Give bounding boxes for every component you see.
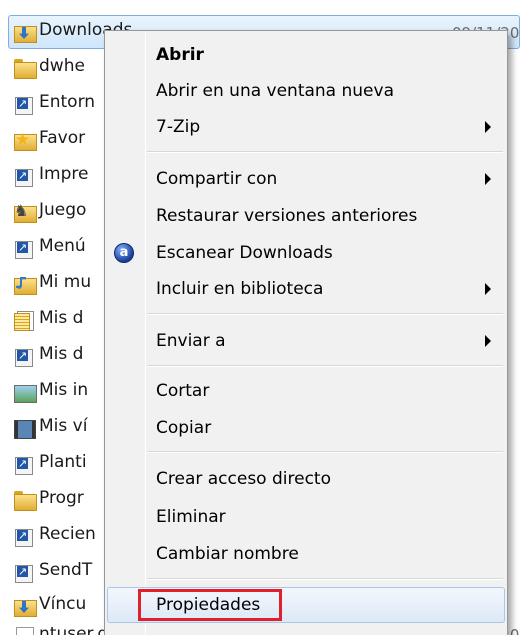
file-name: Impre xyxy=(39,164,89,184)
menu-item-rename[interactable]: Cambiar nombre xyxy=(105,536,507,572)
file-name: Planti xyxy=(39,452,87,472)
antivirus-scan-icon: a xyxy=(114,243,134,263)
menu-item-send-to[interactable]: Enviar a xyxy=(105,323,507,359)
context-menu: Abrir Abrir en una ventana nueva 7-Zip C… xyxy=(104,30,508,635)
file-name: Mis d xyxy=(39,344,84,364)
submenu-arrow-icon xyxy=(485,121,491,133)
menu-item-include-library[interactable]: Incluir en biblioteca xyxy=(105,271,507,307)
file-name: dwhe xyxy=(39,56,85,76)
file-name: Mi mu xyxy=(39,272,92,292)
menu-item-scan[interactable]: a Escanear Downloads xyxy=(105,235,507,271)
shortcut-icon xyxy=(14,455,36,475)
file-name: Juego xyxy=(39,200,87,220)
shortcut-icon xyxy=(14,239,36,259)
shortcut-icon xyxy=(14,527,36,547)
file-name: Recien xyxy=(39,524,96,544)
menu-item-label: Cortar xyxy=(156,381,210,401)
shortcut-icon xyxy=(14,95,36,115)
games-folder-icon xyxy=(14,201,37,223)
submenu-arrow-icon xyxy=(485,335,491,347)
documents-icon xyxy=(14,311,36,331)
shortcut-icon xyxy=(14,167,36,187)
music-folder-icon xyxy=(14,275,37,295)
menu-item-share-with[interactable]: Compartir con xyxy=(105,161,507,197)
menu-separator xyxy=(147,313,503,315)
file-name: Favor xyxy=(39,128,86,148)
file-name: Mis in xyxy=(39,380,89,400)
menu-separator xyxy=(147,451,503,453)
menu-item-label: Copiar xyxy=(156,418,212,438)
menu-separator xyxy=(147,151,503,153)
shortcut-icon xyxy=(14,563,36,583)
menu-item-label: Eliminar xyxy=(156,507,226,527)
menu-item-create-shortcut[interactable]: Crear acceso directo xyxy=(105,461,507,497)
menu-item-label: 7-Zip xyxy=(156,117,201,137)
menu-item-delete[interactable]: Eliminar xyxy=(105,499,507,535)
file-name: Mis d xyxy=(39,308,84,328)
menu-item-label: Cambiar nombre xyxy=(156,544,299,564)
file-name: Mis ví xyxy=(39,416,88,436)
menu-separator xyxy=(147,365,503,367)
annotation-highlight-box xyxy=(138,589,282,621)
menu-item-properties[interactable]: Propiedades xyxy=(105,587,507,623)
menu-item-label: Abrir en una ventana nueva xyxy=(156,81,394,101)
menu-item-restore-versions[interactable]: Restaurar versiones anteriores xyxy=(105,198,507,234)
favorites-folder-icon xyxy=(14,130,37,151)
menu-item-label: Compartir con xyxy=(156,169,278,189)
videos-icon xyxy=(14,419,36,439)
menu-separator xyxy=(147,578,503,580)
menu-item-label: Incluir en biblioteca xyxy=(156,279,324,299)
file-name: Progr xyxy=(39,488,84,508)
menu-item-label: Restaurar versiones anteriores xyxy=(156,206,418,226)
folder-icon xyxy=(14,491,37,511)
file-name: Entorn xyxy=(39,92,96,112)
menu-item-open-new-window[interactable]: Abrir en una ventana nueva xyxy=(105,73,507,109)
menu-item-label: Enviar a xyxy=(156,331,226,351)
file-icon xyxy=(14,627,36,635)
menu-item-label: Abrir xyxy=(156,45,204,65)
menu-item-label: Escanear Downloads xyxy=(156,243,333,263)
folder-downloads-icon xyxy=(14,23,37,43)
menu-item-copy[interactable]: Copiar xyxy=(105,410,507,446)
file-name: Víncu xyxy=(39,594,87,614)
file-name: SendT xyxy=(39,560,93,580)
folder-icon xyxy=(14,59,37,79)
menu-item-cut[interactable]: Cortar xyxy=(105,373,507,409)
menu-item-open[interactable]: Abrir xyxy=(105,37,507,73)
images-icon xyxy=(14,383,37,403)
shortcut-icon xyxy=(14,347,36,367)
file-name: Menú xyxy=(39,236,86,256)
menu-item-7zip[interactable]: 7-Zip xyxy=(105,109,507,145)
submenu-arrow-icon xyxy=(485,173,491,185)
menu-item-label: Crear acceso directo xyxy=(156,469,331,489)
links-folder-icon xyxy=(14,597,37,617)
submenu-arrow-icon xyxy=(485,283,491,295)
